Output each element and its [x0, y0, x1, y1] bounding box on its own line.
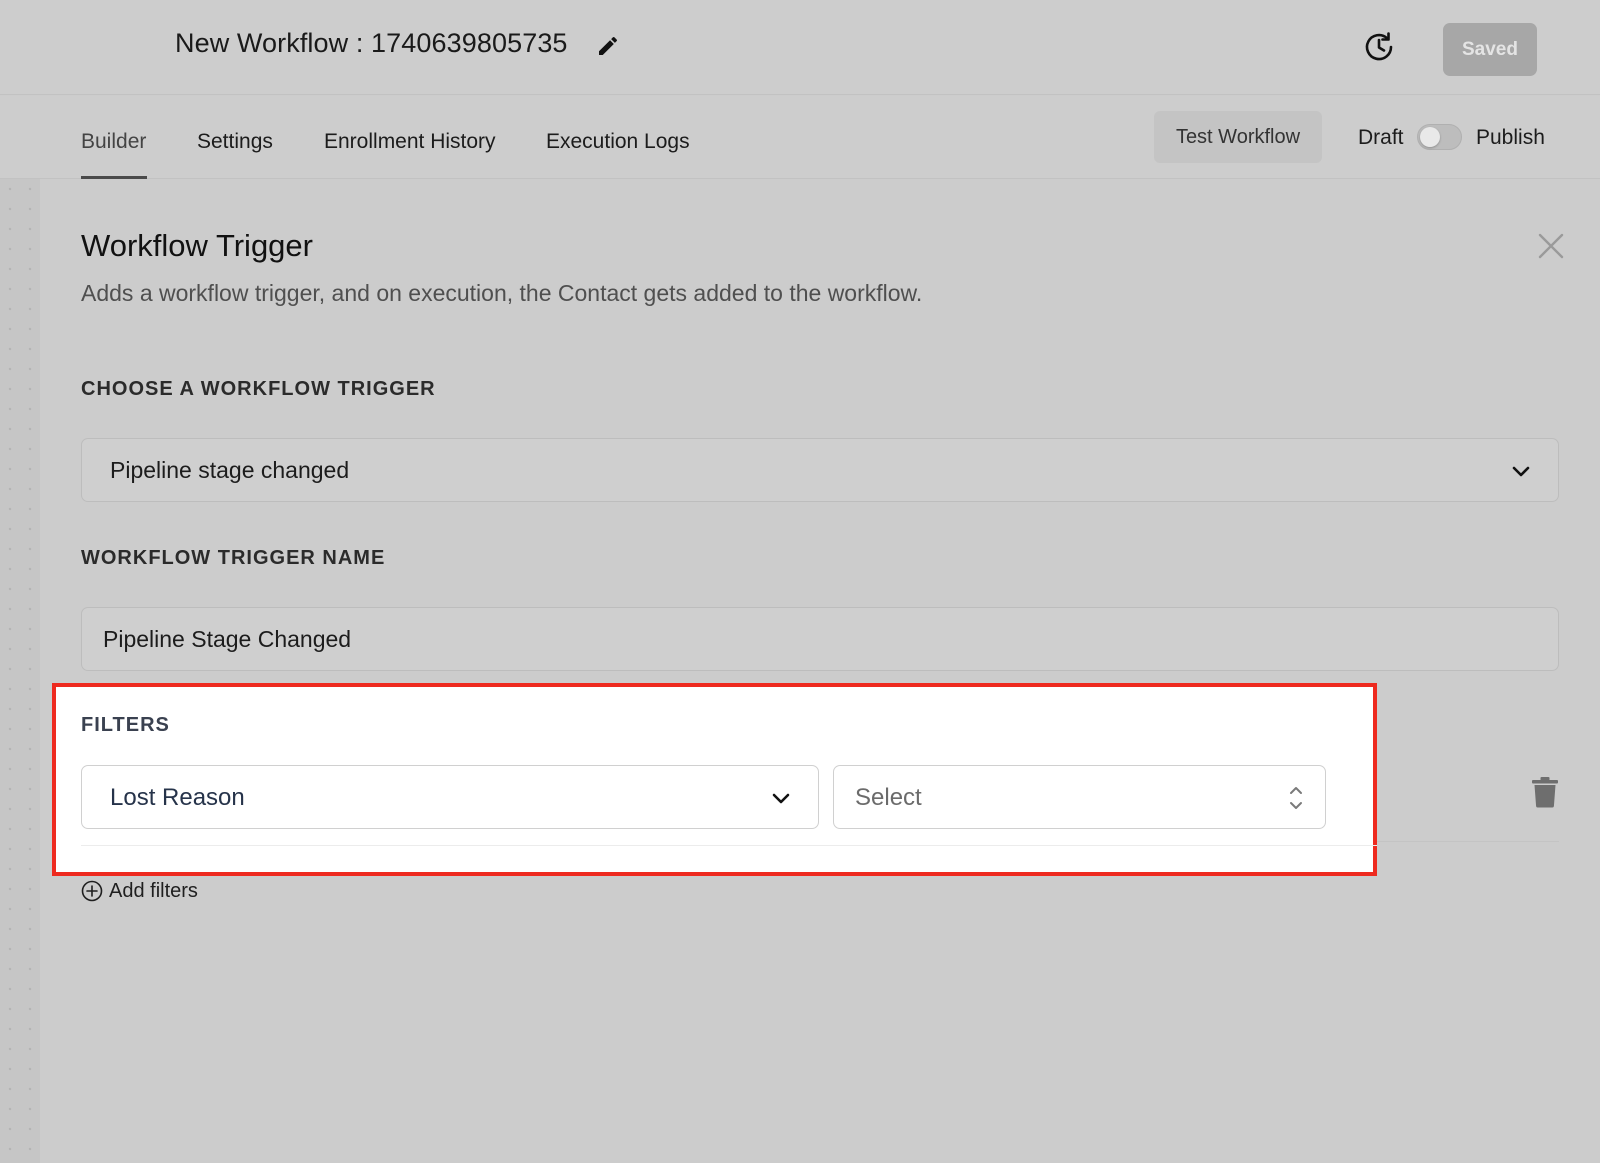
tab-execution-logs[interactable]: Execution Logs: [546, 130, 690, 154]
tabs-bar: Builder Settings Enrollment History Exec…: [0, 96, 1600, 179]
trigger-name-input[interactable]: Pipeline Stage Changed: [81, 607, 1559, 671]
saved-button[interactable]: Saved: [1443, 23, 1537, 76]
tab-builder[interactable]: Builder: [81, 130, 146, 154]
filter-field-value: Lost Reason: [110, 784, 245, 811]
chevron-down-icon: [772, 793, 790, 804]
trigger-name-value: Pipeline Stage Changed: [103, 626, 352, 652]
tab-settings[interactable]: Settings: [197, 130, 273, 154]
publish-label: Publish: [1476, 126, 1545, 149]
workflow-title: New Workflow : 1740639805735: [175, 28, 568, 58]
filter-row-divider-extension: [1377, 841, 1559, 842]
panel-title: Workflow Trigger: [81, 228, 313, 263]
trigger-name-label: WORKFLOW TRIGGER NAME: [81, 547, 386, 569]
test-workflow-button[interactable]: Test Workflow: [1154, 111, 1322, 163]
chevron-down-icon: [1512, 466, 1530, 477]
filters-section: FILTERS Lost Reason Select: [52, 683, 1377, 876]
active-tab-indicator: [81, 176, 147, 179]
up-down-chevron-icon: [1290, 787, 1302, 809]
workflow-trigger-value: Pipeline stage changed: [110, 457, 350, 483]
add-filters-label: Add filters: [109, 879, 198, 902]
plus-circle-icon: [81, 880, 103, 902]
filter-field-select[interactable]: Lost Reason: [81, 765, 819, 829]
toggle-knob: [1420, 127, 1440, 147]
publish-toggle[interactable]: [1417, 124, 1462, 150]
filter-value-placeholder: Select: [855, 784, 922, 811]
filter-row-divider: [81, 845, 1377, 846]
close-icon[interactable]: [1537, 232, 1565, 260]
history-icon[interactable]: [1362, 30, 1396, 64]
builder-canvas-edge: [0, 179, 40, 1163]
trash-icon[interactable]: [1530, 776, 1560, 808]
workflow-trigger-select[interactable]: Pipeline stage changed: [81, 438, 1559, 502]
filter-value-select[interactable]: Select: [833, 765, 1326, 829]
draft-label: Draft: [1358, 126, 1404, 149]
choose-trigger-label: CHOOSE A WORKFLOW TRIGGER: [81, 378, 436, 400]
pencil-icon[interactable]: [596, 34, 620, 58]
tab-enrollment-history[interactable]: Enrollment History: [324, 130, 496, 154]
add-filters-button[interactable]: Add filters: [81, 879, 198, 903]
filters-label: FILTERS: [81, 714, 170, 736]
workflow-header: New Workflow : 1740639805735 Saved: [0, 0, 1600, 95]
panel-description: Adds a workflow trigger, and on executio…: [81, 280, 923, 306]
